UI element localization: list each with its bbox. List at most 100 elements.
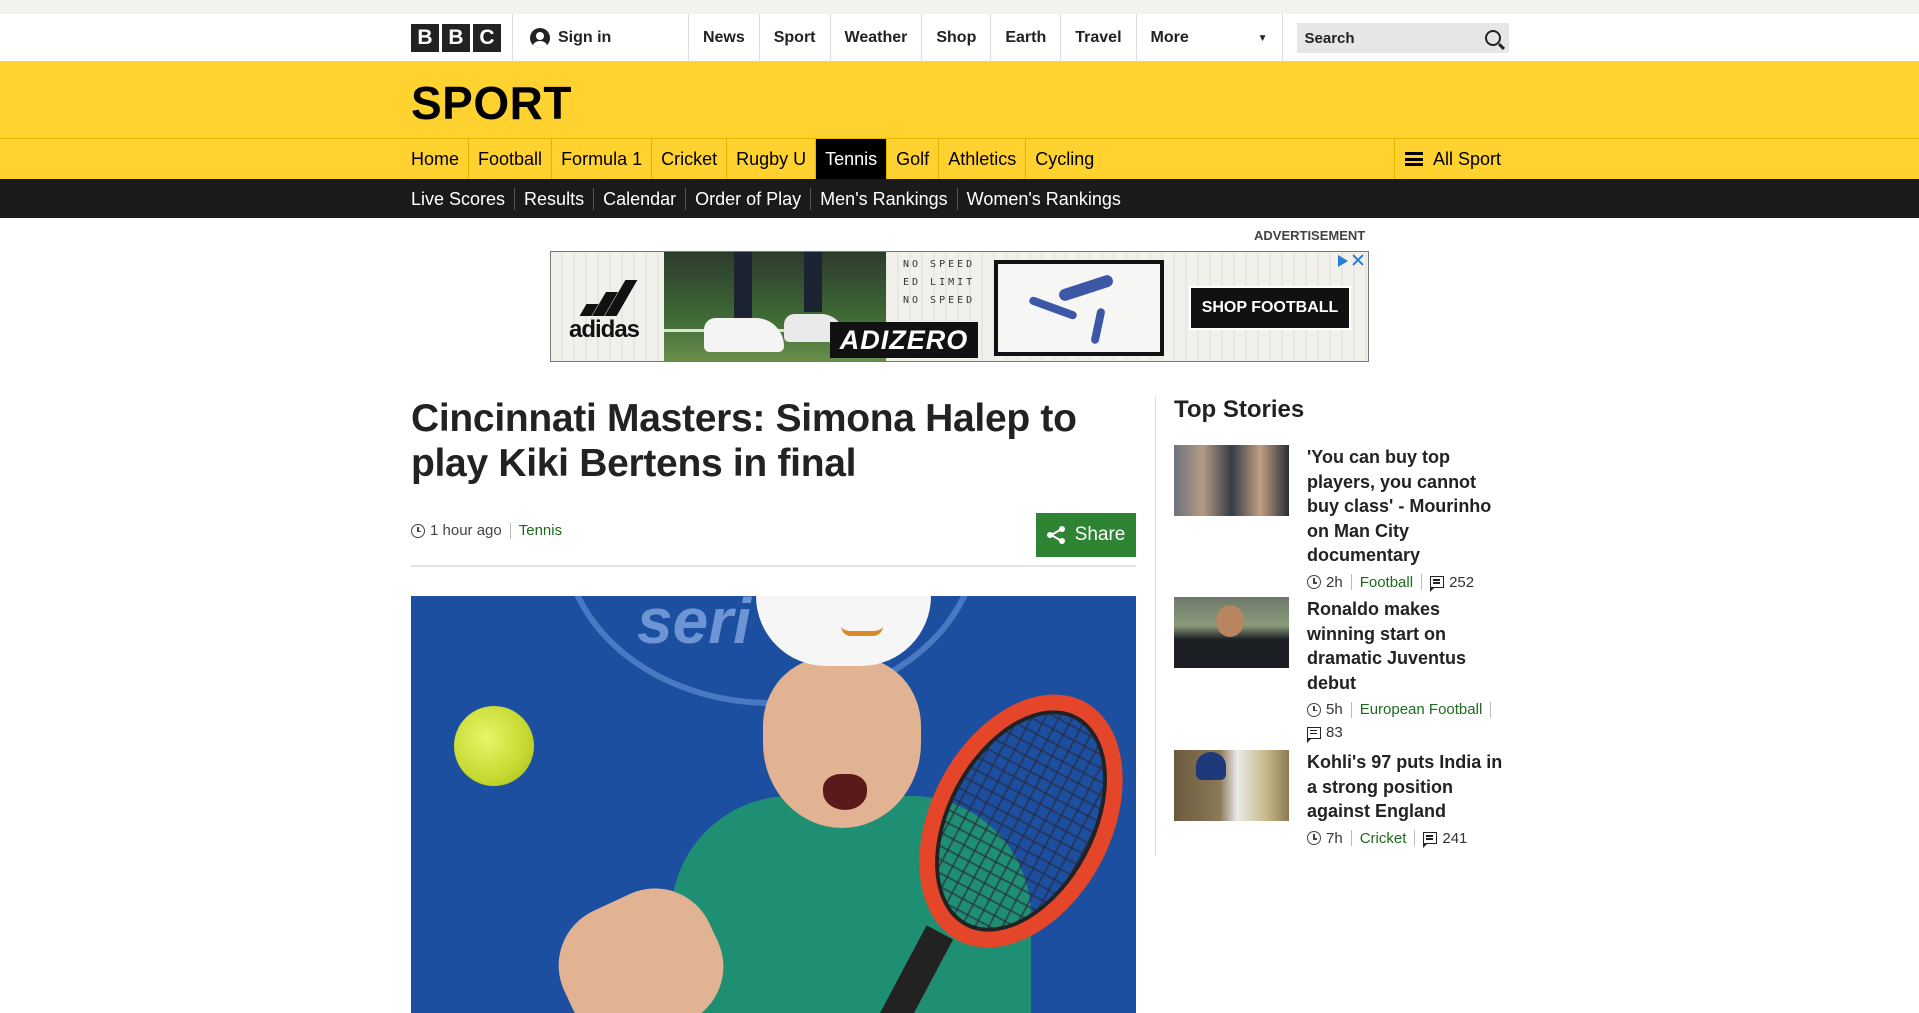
- article-section-link[interactable]: Tennis: [519, 522, 562, 539]
- divider: [1421, 574, 1423, 590]
- nav-weather[interactable]: Weather: [831, 14, 923, 62]
- story-time: 2h: [1326, 573, 1343, 591]
- story-meta: 2h Football 252: [1307, 573, 1512, 592]
- divider: [1350, 830, 1352, 846]
- bbc-logo[interactable]: B B C: [411, 24, 501, 52]
- divider: [1350, 701, 1352, 718]
- story-meta: 7h Cricket 241: [1307, 829, 1512, 848]
- story-meta: 5h European Football 83: [1307, 701, 1512, 743]
- top-story-item[interactable]: Kohli's 97 puts India in a strong positi…: [1174, 750, 1512, 848]
- comments-icon: [1423, 832, 1438, 848]
- ad-speed-line: NO SPEED: [903, 259, 976, 270]
- all-sport-menu[interactable]: All Sport: [1394, 139, 1509, 179]
- adizero-logo: ADIZERO: [830, 322, 978, 358]
- ad-speed-line: NO SPEED: [903, 295, 976, 306]
- divider: [1350, 574, 1352, 590]
- share-button[interactable]: Share: [1036, 513, 1136, 557]
- sport-nav-home[interactable]: Home: [411, 139, 470, 179]
- story-comment-count[interactable]: 241: [1442, 830, 1467, 847]
- nike-logo: [841, 626, 883, 636]
- sport-nav-formula-1[interactable]: Formula 1: [552, 139, 653, 179]
- divider: [509, 522, 511, 539]
- comments-icon: [1307, 726, 1321, 743]
- adidas-stripes-icon: [577, 280, 638, 316]
- article-headline: Cincinnati Masters: Simona Halep to play…: [411, 397, 1077, 485]
- shop-football-button[interactable]: SHOP FOOTBALL: [1189, 286, 1351, 330]
- story-thumbnail[interactable]: [1174, 597, 1289, 668]
- sport-nav-tennis[interactable]: Tennis: [816, 139, 888, 179]
- article-timestamp: 1 hour ago: [430, 522, 502, 539]
- ad-label: ADVERTISEMENT: [1254, 228, 1366, 243]
- logo-letter: B: [411, 24, 439, 52]
- tennis-subnav: Live Scores Results Calendar Order of Pl…: [0, 179, 1919, 218]
- tennis-ball-image: [454, 706, 534, 786]
- ad-choices: [1338, 254, 1364, 267]
- clock-icon: [1307, 702, 1321, 717]
- clock-icon: [1307, 831, 1321, 845]
- sport-header: SPORT: [0, 62, 1919, 139]
- top-stories-title: Top Stories: [1174, 396, 1305, 423]
- comments-icon: [1430, 576, 1445, 592]
- story-time: 7h: [1326, 829, 1343, 847]
- search-placeholder: Search: [1304, 29, 1355, 47]
- all-sport-label: All Sport: [1433, 148, 1502, 169]
- story-time: 5h: [1326, 701, 1343, 718]
- nav-earth[interactable]: Earth: [991, 14, 1062, 62]
- advertisement-banner[interactable]: adidas NO SPEED ED LIMIT NO SPEED ADIZER…: [550, 251, 1369, 362]
- column-divider: [1155, 396, 1156, 856]
- story-thumbnail[interactable]: [1174, 445, 1289, 516]
- story-headline[interactable]: 'You can buy top players, you cannot buy…: [1307, 445, 1512, 568]
- search-icon[interactable]: [1485, 30, 1501, 46]
- divider: [411, 565, 1136, 567]
- top-story-item[interactable]: Ronaldo makes winning start on dramatic …: [1174, 597, 1512, 743]
- menu-icon: [1405, 152, 1423, 166]
- sport-nav-golf[interactable]: Golf: [887, 139, 940, 179]
- global-nav: News Sport Weather Shop Earth Travel Mor…: [687, 14, 1283, 62]
- share-label: Share: [1074, 524, 1126, 545]
- sport-nav-football[interactable]: Football: [469, 139, 553, 179]
- clock-icon: [1307, 575, 1321, 589]
- more-label: More: [1150, 29, 1189, 46]
- story-headline[interactable]: Kohli's 97 puts India in a strong positi…: [1307, 750, 1512, 824]
- story-section-link[interactable]: Cricket: [1360, 830, 1407, 847]
- sign-in-label: Sign in: [558, 29, 612, 46]
- story-comment-count[interactable]: 83: [1326, 724, 1343, 741]
- divider: [1490, 701, 1492, 718]
- logo-letter: B: [442, 24, 470, 52]
- nav-travel[interactable]: Travel: [1061, 14, 1137, 62]
- nav-shop[interactable]: Shop: [922, 14, 992, 62]
- logo-letter: C: [473, 24, 501, 52]
- story-section-link[interactable]: Football: [1360, 574, 1413, 591]
- nav-sport[interactable]: Sport: [760, 14, 831, 62]
- nav-news[interactable]: News: [689, 14, 760, 62]
- clock-icon: [411, 523, 425, 538]
- sport-nav-rugby-union[interactable]: Rugby U: [727, 139, 817, 179]
- adidas-wordmark: adidas: [569, 316, 640, 343]
- subnav-womens-rankings[interactable]: Women's Rankings: [958, 188, 1130, 210]
- article-meta: 1 hour ago Tennis: [411, 522, 562, 539]
- close-icon[interactable]: [1352, 254, 1364, 266]
- sign-in-link[interactable]: Sign in: [512, 14, 688, 62]
- search-input[interactable]: Search: [1296, 23, 1509, 53]
- sport-nav-athletics[interactable]: Athletics: [939, 139, 1027, 179]
- story-headline[interactable]: Ronaldo makes winning start on dramatic …: [1307, 597, 1512, 695]
- subnav-calendar[interactable]: Calendar: [594, 187, 687, 210]
- top-strip: [0, 0, 1919, 14]
- sport-nav-cycling[interactable]: Cycling: [1026, 139, 1103, 179]
- subnav-results[interactable]: Results: [515, 187, 595, 210]
- sport-nav: Home Football Formula 1 Cricket Rugby U …: [0, 139, 1919, 179]
- sport-nav-cricket[interactable]: Cricket: [652, 139, 728, 179]
- subnav-mens-rankings[interactable]: Men's Rankings: [811, 187, 958, 210]
- nav-more-dropdown[interactable]: More ▼: [1137, 14, 1283, 62]
- adchoices-icon[interactable]: [1338, 255, 1348, 267]
- subnav-order-of-play[interactable]: Order of Play: [686, 187, 812, 210]
- story-comment-count[interactable]: 252: [1449, 574, 1474, 591]
- story-thumbnail[interactable]: [1174, 750, 1289, 821]
- adidas-logo: adidas: [569, 280, 649, 343]
- top-story-item[interactable]: 'You can buy top players, you cannot buy…: [1174, 445, 1512, 592]
- subnav-live-scores[interactable]: Live Scores: [411, 187, 516, 210]
- story-section-link[interactable]: European Football: [1360, 701, 1483, 718]
- ad-speed-line: ED LIMIT: [903, 277, 976, 288]
- page-title[interactable]: SPORT: [411, 76, 572, 130]
- share-icon: [1046, 526, 1065, 544]
